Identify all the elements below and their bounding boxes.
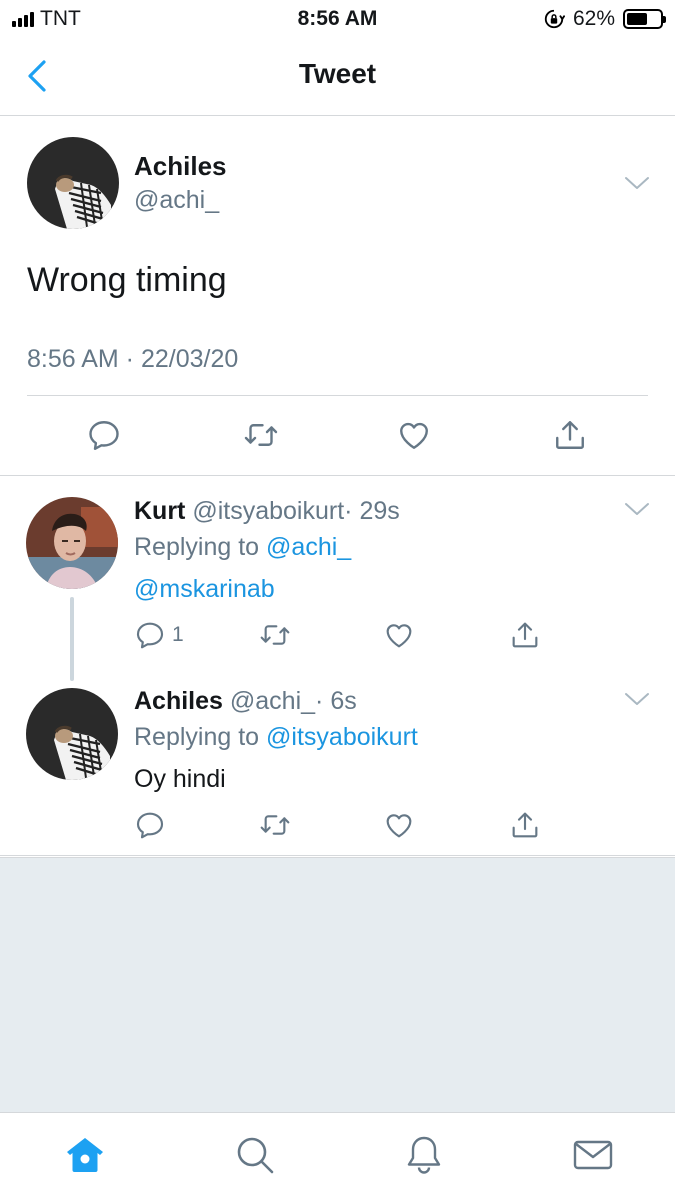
tweet-age: · 29s xyxy=(344,497,400,525)
chevron-down-icon[interactable] xyxy=(624,691,650,707)
heart-icon xyxy=(383,809,415,841)
reply-icon xyxy=(86,417,122,453)
notifications-icon[interactable] xyxy=(402,1133,446,1177)
divider xyxy=(27,395,648,396)
share-icon xyxy=(509,809,541,841)
reply-tweet[interactable]: Achiles @achi_· 6s Replying to @itsyaboi… xyxy=(0,667,675,856)
tweet-actions xyxy=(0,417,675,457)
author-name[interactable]: Kurt xyxy=(134,497,185,525)
reply-icon xyxy=(134,809,166,841)
status-bar: TNT 8:56 AM 62% xyxy=(0,0,675,38)
page-title: Tweet xyxy=(298,58,377,89)
author-name[interactable]: Achiles xyxy=(134,151,227,182)
tweet-text: Wrong timing xyxy=(27,261,227,299)
reply-button[interactable] xyxy=(86,417,122,453)
tweet-text: Oy hindi xyxy=(134,765,226,793)
reply-button[interactable] xyxy=(134,809,166,841)
search-icon[interactable] xyxy=(233,1133,277,1177)
tab-bar xyxy=(0,1112,675,1200)
share-icon xyxy=(509,619,541,651)
like-button[interactable] xyxy=(396,417,432,453)
tweet-text[interactable]: @mskarinab xyxy=(134,575,275,604)
avatar[interactable] xyxy=(27,137,119,229)
chevron-down-icon[interactable] xyxy=(624,501,650,517)
tweet-timestamp: 8:56 AM · 22/03/20 xyxy=(27,345,239,373)
replying-to: Replying to @itsyaboikurt xyxy=(134,723,418,752)
orientation-lock-icon xyxy=(544,9,565,29)
retweet-icon xyxy=(242,417,280,453)
reply-icon xyxy=(134,619,166,651)
like-button[interactable] xyxy=(383,619,415,651)
heart-icon xyxy=(396,417,432,453)
retweet-icon xyxy=(258,809,292,841)
reply-header: Achiles @achi_· 6s xyxy=(134,687,357,716)
messages-icon[interactable] xyxy=(571,1133,615,1177)
battery-percent: 62% xyxy=(572,7,615,30)
share-button[interactable] xyxy=(552,417,588,453)
author-name[interactable]: Achiles xyxy=(134,687,223,715)
empty-area xyxy=(0,857,675,1112)
author-handle[interactable]: @achi_ xyxy=(134,186,219,215)
share-icon xyxy=(552,417,588,453)
status-right: 62% xyxy=(543,7,666,31)
like-button[interactable] xyxy=(383,809,415,841)
replying-to-link[interactable]: @itsyaboikurt xyxy=(266,723,418,751)
retweet-button[interactable] xyxy=(242,417,280,453)
retweet-icon xyxy=(258,619,292,651)
heart-icon xyxy=(383,619,415,651)
main-tweet: Achiles @achi_ Wrong timing 8:56 AM · 22… xyxy=(0,117,675,476)
reply-tweet[interactable]: Kurt @itsyaboikurt· 29s Replying to @ach… xyxy=(0,477,675,681)
battery-icon xyxy=(623,9,666,29)
avatar[interactable] xyxy=(26,688,118,780)
chevron-down-icon[interactable] xyxy=(624,175,650,191)
retweet-button[interactable] xyxy=(258,619,292,651)
avatar[interactable] xyxy=(26,497,118,589)
author-handle[interactable]: @achi_ xyxy=(230,687,315,715)
reply-button[interactable]: 1 xyxy=(134,619,184,651)
replying-label: Replying to xyxy=(134,723,260,751)
share-button[interactable] xyxy=(509,809,541,841)
nav-header: Tweet xyxy=(0,38,675,116)
reply-count: 1 xyxy=(172,623,184,646)
replying-to: Replying to @achi_ xyxy=(134,533,351,562)
home-icon[interactable] xyxy=(63,1133,107,1177)
replying-label: Replying to xyxy=(134,533,260,561)
retweet-button[interactable] xyxy=(258,809,292,841)
author-handle[interactable]: @itsyaboikurt xyxy=(192,497,344,525)
tweet-age: · 6s xyxy=(315,687,357,715)
replying-to-link[interactable]: @achi_ xyxy=(266,533,351,561)
share-button[interactable] xyxy=(509,619,541,651)
reply-header: Kurt @itsyaboikurt· 29s xyxy=(134,497,400,526)
